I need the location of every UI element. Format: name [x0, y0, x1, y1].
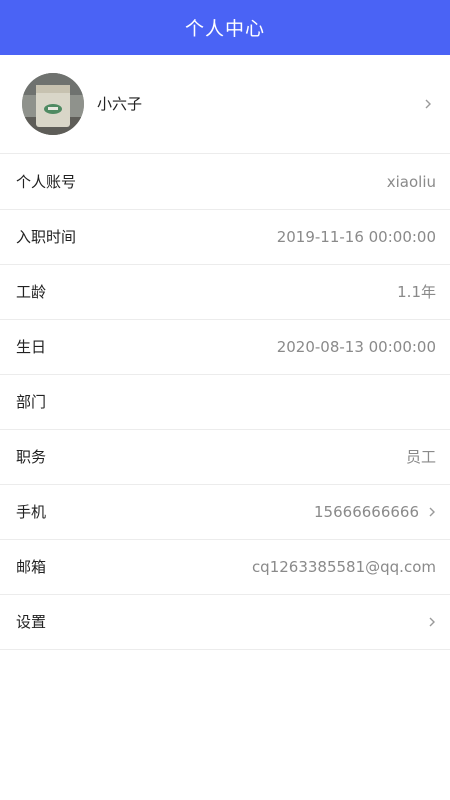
birthday-label: 生日	[16, 338, 47, 356]
hire-date-label: 入职时间	[16, 228, 77, 246]
seniority-row: 工龄 1.1年	[0, 265, 450, 320]
seniority-value: 1.1年	[397, 283, 436, 301]
phone-label: 手机	[16, 503, 47, 521]
email-value: cq1263385581@qq.com	[251, 558, 436, 576]
email-row: 邮箱 cq1263385581@qq.com	[0, 540, 450, 595]
settings-row[interactable]: 设置	[0, 595, 450, 650]
user-name: 小六子	[97, 95, 143, 113]
account-value: xiaoliu	[386, 173, 436, 191]
birthday-row: 生日 2020-08-13 00:00:00	[0, 320, 450, 375]
top-bar: 个人中心	[0, 0, 450, 55]
chevron-right-icon	[422, 98, 434, 110]
hire-date-value: 2019-11-16 00:00:00	[276, 228, 436, 246]
email-label: 邮箱	[16, 558, 47, 576]
hire-date-row: 入职时间 2019-11-16 00:00:00	[0, 210, 450, 265]
phone-value: 15666666666	[314, 503, 419, 521]
avatar[interactable]	[22, 73, 84, 135]
position-value: 员工	[405, 448, 436, 466]
position-row: 职务 员工	[0, 430, 450, 485]
chevron-right-icon	[426, 616, 438, 628]
seniority-label: 工龄	[16, 283, 47, 301]
page-title: 个人中心	[184, 18, 265, 40]
settings-label: 设置	[16, 613, 47, 631]
phone-row[interactable]: 手机 15666666666	[0, 485, 450, 540]
chevron-right-icon	[426, 506, 438, 518]
profile-row[interactable]: 小六子	[0, 55, 450, 154]
position-label: 职务	[16, 448, 47, 466]
department-row: 部门	[0, 375, 450, 430]
account-row: 个人账号 xiaoliu	[0, 155, 450, 210]
account-label: 个人账号	[16, 173, 77, 191]
birthday-value: 2020-08-13 00:00:00	[276, 338, 436, 356]
department-label: 部门	[16, 393, 47, 411]
